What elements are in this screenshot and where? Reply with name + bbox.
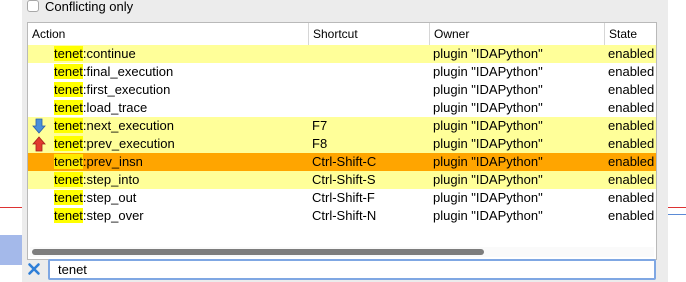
owner-cell: plugin "IDAPython" — [433, 136, 543, 151]
filter-bar — [22, 258, 668, 282]
filter-match: tenet — [54, 154, 83, 169]
owner-cell: plugin "IDAPython" — [433, 172, 543, 187]
state-cell: enabled — [608, 208, 655, 223]
owner-cell: plugin "IDAPython" — [433, 118, 543, 133]
state-cell: enabled — [608, 100, 655, 115]
conflicting-only-checkbox[interactable] — [27, 0, 39, 12]
state-cell: enabled — [608, 190, 655, 205]
shortcut-cell: Ctrl-Shift-C — [312, 154, 377, 169]
action-name: :prev_execution — [82, 136, 175, 151]
filter-match: tenet — [54, 190, 83, 205]
table-row[interactable]: tenet:first_execution plugin "IDAPython"… — [28, 81, 656, 99]
table-row[interactable]: tenet:next_execution F7 plugin "IDAPytho… — [28, 117, 656, 135]
action-cell: tenet:load_trace — [54, 99, 304, 117]
owner-cell: plugin "IDAPython" — [433, 190, 543, 205]
shortcut-cell: Ctrl-Shift-F — [312, 190, 375, 205]
table-row[interactable]: tenet:continue plugin "IDAPython" enable… — [28, 45, 656, 63]
shortcut-cell — [312, 63, 427, 81]
shortcut-cell: Ctrl-Shift-N — [312, 208, 377, 223]
owner-cell: plugin "IDAPython" — [433, 82, 543, 97]
action-cell: tenet:final_execution — [54, 63, 304, 81]
owner-cell: plugin "IDAPython" — [433, 64, 543, 79]
shortcut-editor-dialog: Conflicting only Action Shortcut Owner S… — [22, 0, 668, 282]
action-cell: tenet:prev_insn — [54, 153, 304, 171]
filter-match: tenet — [54, 172, 83, 187]
table-row[interactable]: tenet:load_trace plugin "IDAPython" enab… — [28, 99, 656, 117]
arrow-down-icon — [32, 118, 46, 134]
shortcut-cell — [312, 99, 427, 117]
column-header-action[interactable]: Action — [28, 23, 308, 45]
filter-input[interactable] — [48, 259, 656, 280]
background-red-line — [0, 207, 22, 208]
background-blue-line — [668, 214, 686, 215]
action-name: :step_out — [82, 190, 137, 205]
column-header-state[interactable]: State — [604, 23, 656, 45]
action-cell: tenet:step_over — [54, 207, 304, 225]
action-cell: tenet:first_execution — [54, 81, 304, 99]
state-cell: enabled — [608, 136, 655, 151]
filter-match: tenet — [54, 136, 83, 151]
filter-match: tenet — [54, 46, 83, 61]
filter-match: tenet — [54, 82, 83, 97]
filter-match: tenet — [54, 118, 83, 133]
action-name: :next_execution — [82, 118, 174, 133]
table-row[interactable]: tenet:prev_execution F8 plugin "IDAPytho… — [28, 135, 656, 153]
action-name: :load_trace — [82, 100, 148, 115]
table-header: Action Shortcut Owner State — [28, 23, 656, 46]
actions-table: Action Shortcut Owner State tenet:contin… — [27, 22, 657, 260]
owner-cell: plugin "IDAPython" — [433, 100, 543, 115]
shortcut-cell — [312, 81, 427, 99]
column-header-shortcut[interactable]: Shortcut — [308, 23, 429, 45]
horizontal-scrollbar[interactable] — [30, 247, 654, 257]
shortcut-cell: F8 — [312, 136, 328, 151]
action-cell: tenet:step_into — [54, 171, 304, 189]
state-cell: enabled — [608, 82, 655, 97]
table-row[interactable]: tenet:step_over Ctrl-Shift-N plugin "IDA… — [28, 207, 656, 225]
filter-match: tenet — [54, 100, 83, 115]
table-row[interactable]: tenet:step_into Ctrl-Shift-S plugin "IDA… — [28, 171, 656, 189]
table-row[interactable]: tenet:final_execution plugin "IDAPython"… — [28, 63, 656, 81]
shortcut-cell: F7 — [312, 118, 328, 133]
state-cell: enabled — [608, 172, 655, 187]
column-header-owner[interactable]: Owner — [429, 23, 604, 45]
background-red-line — [668, 207, 686, 208]
action-name: :prev_insn — [82, 154, 143, 169]
state-cell: enabled — [608, 46, 655, 61]
state-cell: enabled — [608, 118, 655, 133]
owner-cell: plugin "IDAPython" — [433, 46, 543, 61]
background-editor-left — [0, 0, 22, 282]
conflicting-only-option[interactable]: Conflicting only — [27, 0, 133, 15]
owner-cell: plugin "IDAPython" — [433, 208, 543, 223]
shortcut-cell: Ctrl-Shift-S — [312, 172, 376, 187]
conflicting-only-label: Conflicting only — [45, 0, 134, 14]
owner-cell: plugin "IDAPython" — [433, 154, 543, 169]
table-body: tenet:continue plugin "IDAPython" enable… — [28, 45, 656, 225]
action-name: :step_into — [82, 172, 140, 187]
action-cell: tenet:next_execution — [54, 117, 304, 135]
table-row[interactable]: tenet:step_out Ctrl-Shift-F plugin "IDAP… — [28, 189, 656, 207]
action-cell: tenet:prev_execution — [54, 135, 304, 153]
state-cell: enabled — [608, 64, 655, 79]
background-selection-fragment — [0, 235, 22, 265]
action-cell: tenet:continue — [54, 45, 304, 63]
action-name: :first_execution — [82, 82, 171, 97]
action-cell: tenet:step_out — [54, 189, 304, 207]
clear-filter-icon[interactable] — [27, 262, 41, 276]
arrow-up-icon — [32, 136, 46, 152]
state-cell: enabled — [608, 154, 655, 169]
horizontal-scrollbar-thumb[interactable] — [32, 249, 484, 255]
filter-match: tenet — [54, 64, 83, 79]
background-editor-right — [668, 0, 686, 282]
action-name: :step_over — [82, 208, 144, 223]
filter-match: tenet — [54, 208, 83, 223]
table-row-selected[interactable]: tenet:prev_insn Ctrl-Shift-C plugin "IDA… — [28, 153, 656, 171]
action-name: :continue — [82, 46, 136, 61]
shortcut-cell — [312, 45, 427, 63]
action-name: :final_execution — [82, 64, 174, 79]
